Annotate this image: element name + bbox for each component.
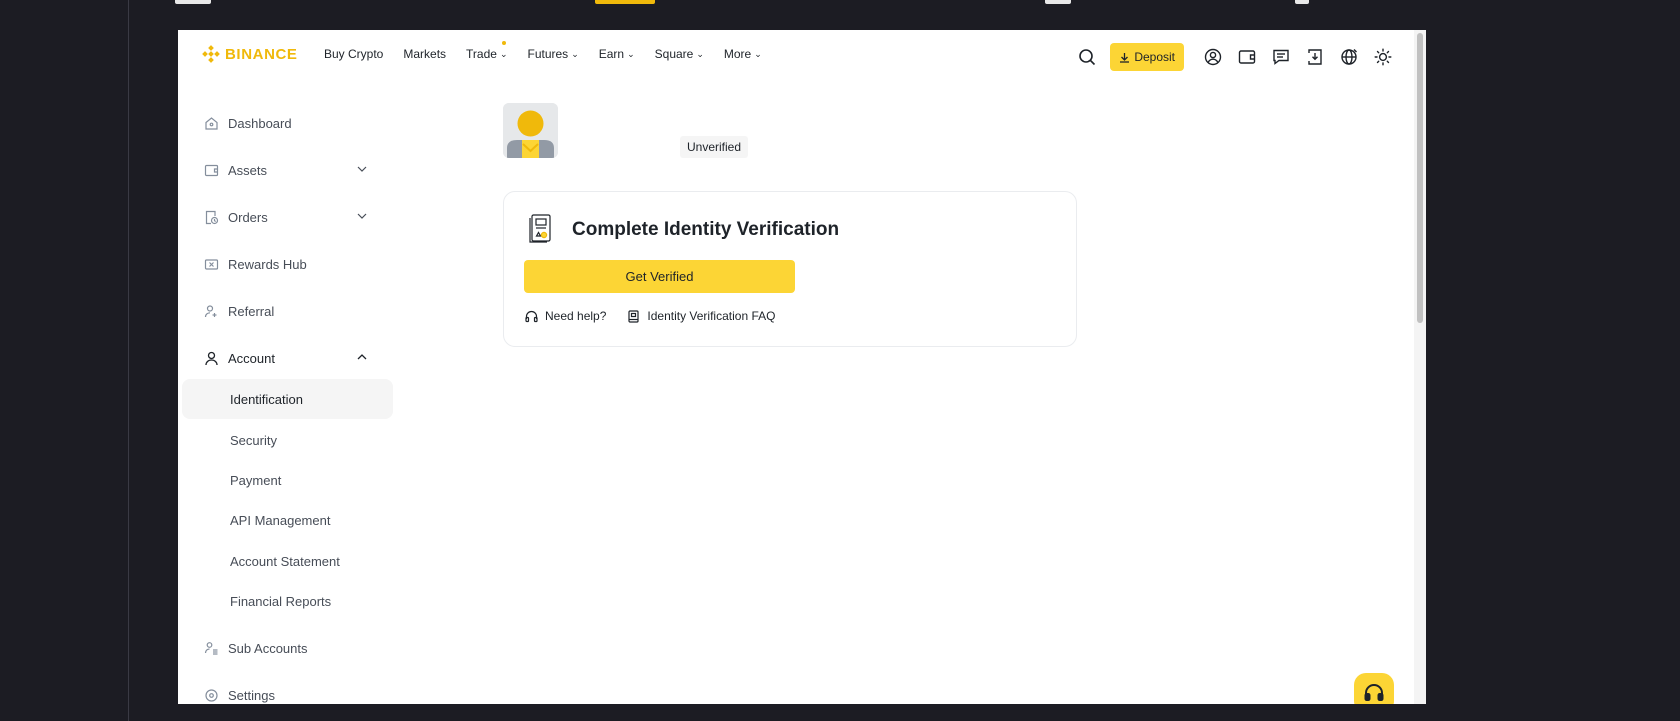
nav-more[interactable]: More ⌄ — [724, 47, 762, 61]
sidebar-item-api-management[interactable]: API Management — [182, 500, 393, 540]
wallet-icon[interactable] — [1230, 44, 1264, 70]
chevron-down-icon: ⌄ — [499, 48, 508, 59]
browser-viewport: BINANCE Buy Crypto Markets Trade ⌄ Future… — [178, 30, 1426, 704]
sidebar-item-payment[interactable]: Payment — [182, 460, 393, 500]
app-download-icon[interactable] — [1298, 44, 1332, 70]
sidebar-item-label: Financial Reports — [230, 593, 332, 609]
card-help-links: Need help? Identity Verification FAQ — [525, 309, 796, 323]
sidebar-item-label: Account Statement — [230, 553, 340, 569]
sidebar-item-label: Assets — [228, 162, 268, 178]
chevron-down-icon[interactable] — [355, 162, 369, 176]
chevron-up-icon[interactable] — [355, 350, 369, 364]
deposit-button[interactable]: Deposit — [1110, 43, 1184, 71]
ticket-icon — [202, 255, 220, 273]
theme-sun-icon[interactable] — [1366, 44, 1400, 70]
sidebar-item-sub-accounts[interactable]: Sub Accounts — [182, 628, 393, 668]
need-help-link[interactable]: Need help? — [525, 309, 606, 323]
backdrop-divider — [128, 0, 129, 721]
sidebar-item-label: Rewards Hub — [228, 256, 307, 272]
chevron-down-icon: ⌄ — [696, 48, 704, 59]
sidebar-item-identification[interactable]: Identification — [182, 379, 393, 419]
sidebar-item-orders[interactable]: Orders — [182, 197, 393, 237]
nav-label: More — [723, 47, 752, 61]
customer-support-button[interactable] — [1354, 673, 1394, 704]
sidebar-item-security[interactable]: Security — [182, 420, 393, 460]
sidebar-item-assets[interactable]: Assets — [182, 150, 393, 190]
card-title: Complete Identity Verification — [572, 219, 840, 240]
chevron-down-icon: ⌄ — [627, 48, 635, 59]
sidebar-item-account[interactable]: Account — [182, 338, 393, 378]
sidebar-item-label: Settings — [228, 687, 275, 703]
nav-label: Trade — [466, 47, 497, 61]
avatar[interactable] — [503, 103, 558, 158]
page-scrollbar[interactable] — [1414, 30, 1426, 704]
sidebar-item-label: Sub Accounts — [228, 640, 308, 656]
sidebar-item-label: Referral — [228, 303, 275, 319]
sidebar-item-settings[interactable]: Settings — [182, 675, 393, 704]
identity-faq-label: Identity Verification FAQ — [647, 309, 776, 323]
sidebar-item-financial-reports[interactable]: Financial Reports — [182, 581, 393, 621]
home-icon — [202, 114, 220, 132]
language-globe-icon[interactable] — [1332, 44, 1366, 70]
sidebar-item-label: Orders — [228, 209, 268, 225]
identity-verification-card: Complete Identity Verification Get Verif… — [503, 191, 1077, 347]
id-document-icon — [529, 214, 551, 243]
backdrop-text-strip — [175, 0, 1425, 6]
nav-trade[interactable]: Trade ⌄ — [466, 41, 508, 61]
sidebar-item-label: Identification — [230, 391, 303, 407]
nav-label: Earn — [598, 47, 625, 61]
nav-buy-crypto[interactable]: Buy Crypto — [324, 47, 383, 61]
nav-label: Buy Crypto — [324, 47, 384, 61]
top-navbar: BINANCE Buy Crypto Markets Trade ⌄ Future… — [178, 30, 1426, 82]
chevron-down-icon: ⌄ — [754, 48, 762, 59]
binance-logo-icon — [202, 45, 220, 63]
person-icon — [202, 349, 220, 367]
sidebar-item-label: Payment — [230, 472, 282, 488]
chevron-down-icon[interactable] — [355, 209, 369, 223]
deposit-label: Deposit — [1134, 50, 1175, 64]
search-icon[interactable] — [1070, 44, 1104, 70]
nav-square[interactable]: Square ⌄ — [655, 47, 704, 61]
nav-earn[interactable]: Earn ⌄ — [599, 47, 635, 61]
headset-icon — [1364, 684, 1384, 701]
book-icon — [628, 309, 639, 323]
orders-icon — [202, 208, 220, 226]
nav-label: Square — [654, 47, 694, 61]
verification-status-badge: Unverified — [680, 136, 749, 158]
user-profile-icon[interactable] — [1196, 44, 1230, 70]
sidebar-item-label: Dashboard — [228, 115, 292, 131]
sidebar-item-label: Security — [230, 432, 277, 448]
settings-icon — [202, 686, 220, 704]
sidebar-item-account-statement[interactable]: Account Statement — [182, 541, 393, 581]
sidebar-item-label: Account — [228, 350, 275, 366]
new-indicator-dot — [501, 41, 506, 45]
wallet-icon — [202, 161, 220, 179]
nav-label: Futures — [527, 47, 569, 61]
default-avatar-icon — [503, 103, 558, 158]
scrollbar-thumb[interactable] — [1417, 33, 1423, 323]
binance-logo[interactable]: BINANCE — [202, 45, 298, 63]
sub-accounts-icon — [202, 639, 220, 657]
download-arrow-icon — [1120, 52, 1130, 63]
headset-icon — [525, 310, 538, 322]
identity-faq-link[interactable]: Identity Verification FAQ — [627, 309, 775, 323]
brand-name: BINANCE — [225, 45, 298, 63]
header-actions: Deposit — [1070, 43, 1400, 71]
chevron-down-icon: ⌄ — [571, 48, 579, 59]
sidebar-item-referral[interactable]: Referral — [182, 291, 393, 331]
main-nav: Buy Crypto Markets Trade ⌄ Futures ⌄ Earn ⌄… — [324, 41, 782, 61]
nav-markets[interactable]: Markets — [403, 47, 446, 61]
sidebar-item-rewards-hub[interactable]: Rewards Hub — [182, 244, 393, 284]
nav-futures[interactable]: Futures ⌄ — [528, 47, 579, 61]
sidebar-item-label: API Management — [230, 512, 331, 528]
nav-label: Markets — [403, 47, 447, 61]
messages-icon[interactable] — [1264, 44, 1298, 70]
get-verified-button[interactable]: Get Verified — [524, 260, 795, 293]
add-user-icon — [202, 302, 220, 320]
sidebar-item-dashboard[interactable]: Dashboard — [182, 103, 393, 143]
need-help-label: Need help? — [545, 309, 607, 323]
